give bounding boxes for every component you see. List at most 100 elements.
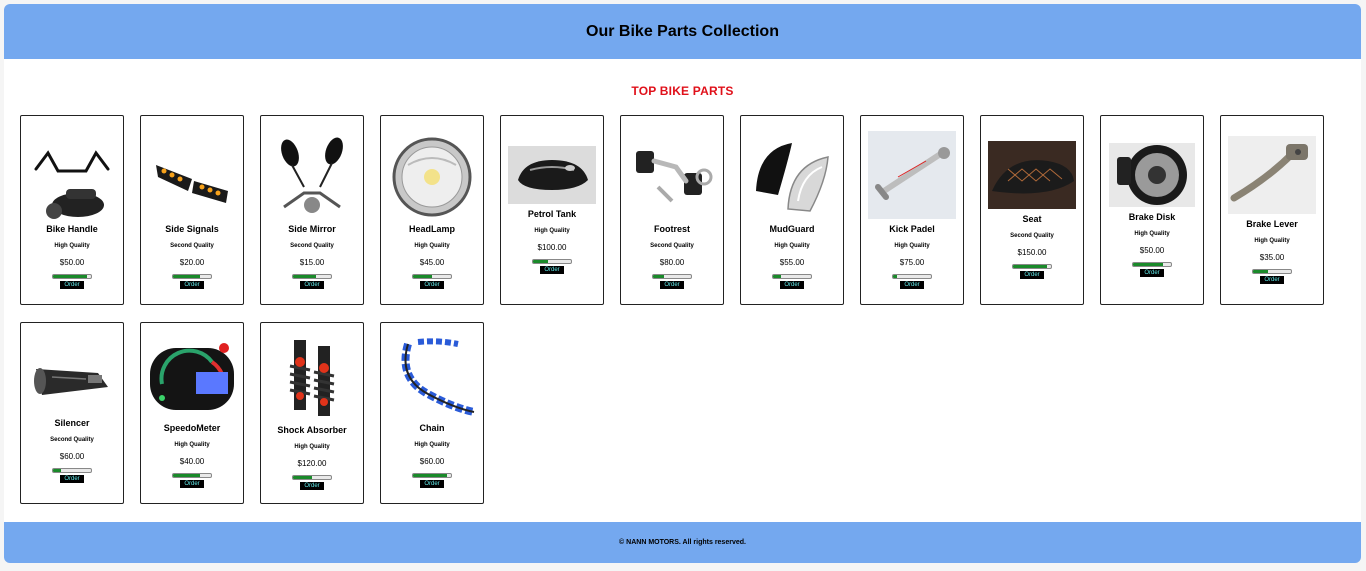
product-price: $60.00 <box>419 457 445 466</box>
stock-progress-bar <box>412 274 452 279</box>
stock-progress-bar <box>52 274 92 279</box>
product-quality: Second Quality <box>1010 233 1054 239</box>
petrol-tank-icon <box>508 146 596 204</box>
stock-progress-bar <box>292 274 332 279</box>
product-price: $50.00 <box>59 258 85 267</box>
product-name: Brake Disk <box>1128 212 1176 222</box>
product-card-shock-absorber: Shock Absorber High Quality $120.00 Orde… <box>260 322 364 504</box>
product-quality: High Quality <box>1134 231 1170 237</box>
stock-progress-fill <box>1133 263 1164 266</box>
product-quality: High Quality <box>54 243 90 249</box>
stock-progress-fill <box>173 474 200 477</box>
product-name: Shock Absorber <box>277 425 347 435</box>
product-card-side-signals: Side Signals Second Quality $20.00 Order <box>140 115 244 305</box>
shock-absorber-icon <box>274 336 350 420</box>
brake-disk-icon <box>1109 143 1195 207</box>
product-name: Chain <box>419 423 445 433</box>
product-name: SpeedoMeter <box>163 423 221 433</box>
seat-icon <box>988 141 1076 209</box>
order-button[interactable]: Order <box>420 281 444 289</box>
product-card-chain: Chain High Quality $60.00 Order <box>380 322 484 504</box>
header: Our Bike Parts Collection <box>4 4 1361 59</box>
product-price: $40.00 <box>179 457 205 466</box>
product-card-seat: Seat Second Quality $150.00 Order <box>980 115 1084 305</box>
order-button[interactable]: Order <box>300 482 324 490</box>
stock-progress-fill <box>653 275 665 278</box>
stock-progress-fill <box>893 275 897 278</box>
product-name: Brake Lever <box>1246 219 1298 229</box>
stock-progress-bar <box>1012 264 1052 269</box>
footer: © NANN MOTORS. All rights reserved. <box>4 522 1361 563</box>
mudguard-icon <box>748 131 836 219</box>
stock-progress-fill <box>773 275 781 278</box>
stock-progress-fill <box>1253 270 1269 273</box>
stock-progress-fill <box>413 275 432 278</box>
product-price: $150.00 <box>1017 248 1047 257</box>
product-price: $35.00 <box>1259 253 1285 262</box>
copyright-text: © NANN MOTORS. All rights reserved. <box>619 539 746 546</box>
product-price: $55.00 <box>779 258 805 267</box>
order-button[interactable]: Order <box>300 281 324 289</box>
product-price: $100.00 <box>537 243 567 252</box>
product-quality: High Quality <box>414 442 450 448</box>
product-card-side-mirror: Side Mirror Second Quality $15.00 Order <box>260 115 364 305</box>
silencer-icon <box>28 343 116 413</box>
stock-progress-bar <box>1252 269 1292 274</box>
order-button[interactable]: Order <box>660 281 684 289</box>
order-button[interactable]: Order <box>780 281 804 289</box>
product-card-mudguard: MudGuard High Quality $55.00 Order <box>740 115 844 305</box>
product-quality: High Quality <box>774 243 810 249</box>
stock-progress-fill <box>293 476 312 479</box>
order-button[interactable]: Order <box>900 281 924 289</box>
product-price: $50.00 <box>1139 246 1165 255</box>
headlamp-icon <box>388 131 476 219</box>
product-price: $60.00 <box>59 452 85 461</box>
order-button[interactable]: Order <box>60 475 84 483</box>
stock-progress-bar <box>1132 262 1172 267</box>
product-quality: High Quality <box>1254 238 1290 244</box>
speedometer-icon <box>148 338 236 418</box>
product-quality: High Quality <box>174 442 210 448</box>
product-card-brake-disk: Brake Disk High Quality $50.00 Order <box>1100 115 1204 305</box>
stock-progress-bar <box>892 274 932 279</box>
order-button[interactable]: Order <box>60 281 84 289</box>
product-name: Silencer <box>54 418 90 428</box>
product-price: $20.00 <box>179 258 205 267</box>
product-quality: High Quality <box>894 243 930 249</box>
product-quality: Second Quality <box>50 437 94 443</box>
product-card-brake-lever: Brake Lever High Quality $35.00 Order <box>1220 115 1324 305</box>
order-button[interactable]: Order <box>1260 276 1284 284</box>
product-quality: Second Quality <box>650 243 694 249</box>
product-grid: Bike Handle High Quality $50.00 Order Si… <box>20 115 1360 504</box>
kick-pedal-icon <box>868 131 956 219</box>
stock-progress-fill <box>293 275 316 278</box>
product-name: Kick Padel <box>889 224 935 234</box>
chain-icon <box>388 338 476 418</box>
product-card-footrest: Footrest Second Quality $80.00 Order <box>620 115 724 305</box>
product-price: $45.00 <box>419 258 445 267</box>
product-name: Seat <box>1022 214 1042 224</box>
footrest-icon <box>628 131 716 219</box>
order-button[interactable]: Order <box>180 480 204 488</box>
order-button[interactable]: Order <box>540 266 564 274</box>
section-title: TOP BIKE PARTS <box>631 84 734 98</box>
stock-progress-bar <box>52 468 92 473</box>
product-price: $75.00 <box>899 258 925 267</box>
order-button[interactable]: Order <box>1140 269 1164 277</box>
product-name: Footrest <box>654 224 690 234</box>
product-name: MudGuard <box>769 224 815 234</box>
product-quality: High Quality <box>294 444 330 450</box>
product-name: Side Signals <box>165 224 219 234</box>
product-card-speedometer: SpeedoMeter High Quality $40.00 Order <box>140 322 244 504</box>
product-price: $120.00 <box>297 459 327 468</box>
order-button[interactable]: Order <box>420 480 444 488</box>
product-quality: Second Quality <box>290 243 334 249</box>
order-button[interactable]: Order <box>1020 271 1044 279</box>
product-name: Bike Handle <box>46 224 98 234</box>
stock-progress-fill <box>53 469 61 472</box>
order-button[interactable]: Order <box>180 281 204 289</box>
product-quality: Second Quality <box>170 243 214 249</box>
product-card-kick-padel: Kick Padel High Quality $75.00 Order <box>860 115 964 305</box>
stock-progress-bar <box>292 475 332 480</box>
stock-progress-fill <box>413 474 448 477</box>
